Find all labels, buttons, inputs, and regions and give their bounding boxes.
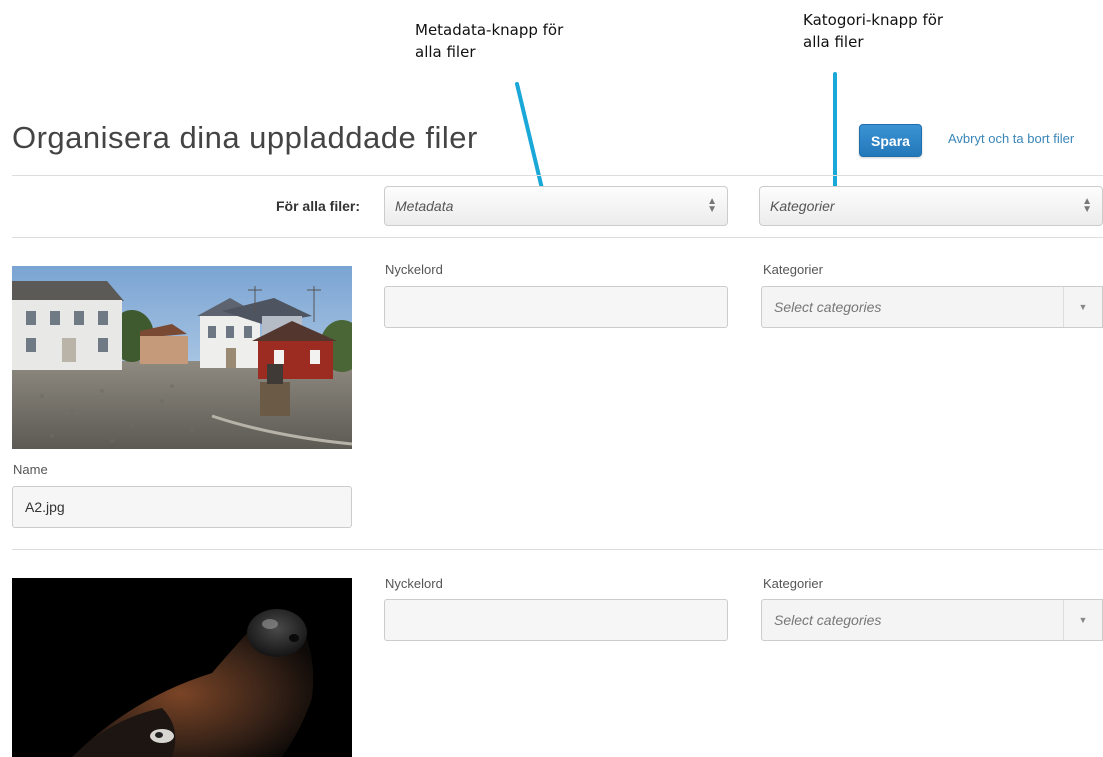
metadata-annotation: Metadata-knapp för alla filer bbox=[415, 21, 564, 61]
bulk-category-select-value: Kategorier bbox=[770, 198, 835, 214]
divider bbox=[12, 549, 1103, 550]
caret-down-icon[interactable]: ▼ bbox=[1063, 600, 1102, 640]
bulk-metadata-select-value: Metadata bbox=[395, 198, 454, 214]
categories-select-placeholder: Select categories bbox=[774, 612, 882, 628]
cancel-and-delete-link[interactable]: Avbryt och ta bort filer bbox=[948, 131, 1074, 146]
bulk-metadata-select[interactable]: Metadata ▲ ▼ bbox=[384, 186, 728, 226]
page-title: Organisera dina uppladdade filer bbox=[12, 120, 478, 155]
categories-label: Kategorier bbox=[763, 262, 823, 277]
categories-select-placeholder: Select categories bbox=[774, 299, 882, 315]
keywords-label: Nyckelord bbox=[385, 262, 443, 277]
caret-down-icon[interactable]: ▼ bbox=[1063, 287, 1102, 327]
village-photo-image bbox=[12, 266, 352, 449]
bulk-category-select[interactable]: Kategorier ▲ ▼ bbox=[759, 186, 1103, 226]
updown-arrows-icon: ▲ ▼ bbox=[707, 196, 717, 215]
category-annotation: Katogori-knapp för alla filer bbox=[803, 11, 944, 51]
divider bbox=[12, 175, 1103, 176]
file-thumbnail-dog bbox=[12, 578, 352, 757]
upload-organizer-page: Metadata-knapp för alla filer Katogori-k… bbox=[0, 0, 1103, 757]
updown-arrows-icon: ▲ ▼ bbox=[1082, 196, 1092, 215]
keywords-input[interactable] bbox=[384, 599, 728, 641]
keywords-input[interactable] bbox=[384, 286, 728, 328]
name-label: Name bbox=[13, 462, 48, 477]
file-name-input[interactable] bbox=[12, 486, 352, 528]
keywords-label: Nyckelord bbox=[385, 576, 443, 591]
metadata-annotation-line bbox=[515, 82, 546, 199]
categories-select[interactable]: Select categories ▼ bbox=[761, 286, 1103, 328]
file-thumbnail-village bbox=[12, 266, 352, 449]
dog-photo-image bbox=[12, 578, 352, 757]
save-button[interactable]: Spara bbox=[859, 124, 922, 157]
divider bbox=[12, 237, 1103, 238]
for-all-files-label: För alla filer: bbox=[275, 198, 360, 214]
categories-label: Kategorier bbox=[763, 576, 823, 591]
categories-select[interactable]: Select categories ▼ bbox=[761, 599, 1103, 641]
